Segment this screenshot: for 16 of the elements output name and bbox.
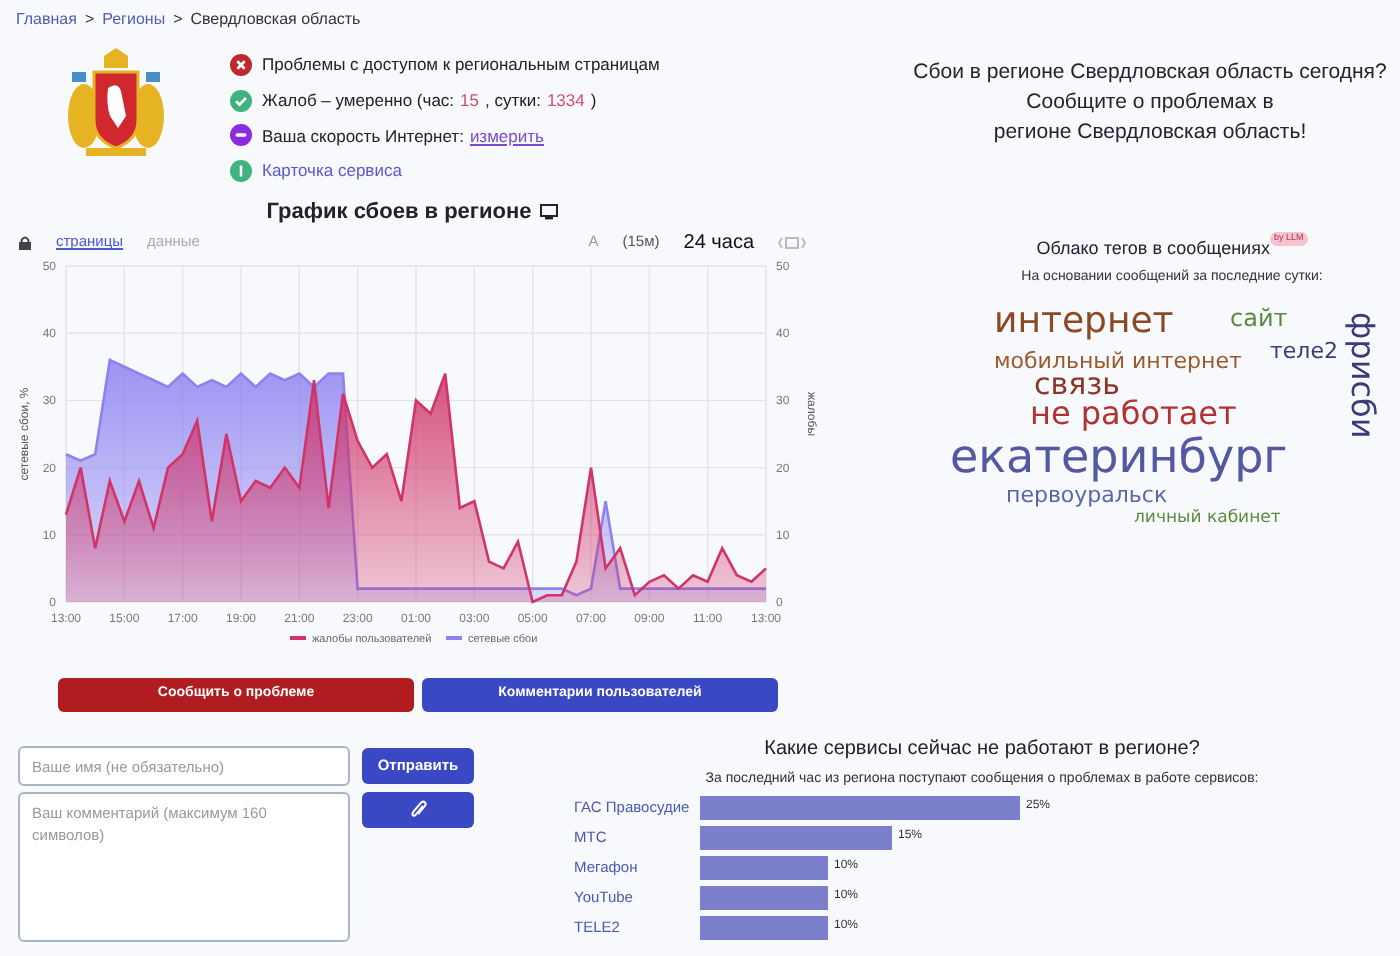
breadcrumb-text: Свердловская область bbox=[190, 8, 361, 32]
count-value: 15 bbox=[460, 87, 479, 113]
headline-text: Сбои в регионе Свердловская область сегодня? bbox=[913, 58, 1387, 88]
headline-text: Сообщите о проблемах в bbox=[1026, 88, 1274, 118]
chart-title: График сбоев в регионе bbox=[266, 197, 532, 228]
status-text: ) bbox=[590, 87, 597, 113]
services-title: Какие сервисы сейчас не работают в регионе? bbox=[764, 736, 1200, 764]
breadcrumb-text: > bbox=[173, 8, 183, 32]
breadcrumb-text: > bbox=[84, 8, 95, 32]
status-text: Проблемы с доступом к региональным страницам bbox=[262, 52, 660, 78]
status-text: , сутки: bbox=[485, 87, 541, 113]
tag-cloud-title: Облако тегов в сообщениях bbox=[1036, 236, 1270, 262]
headline-text: регионе Свердловская область! bbox=[993, 118, 1307, 148]
status-text: Жалоб – умеренно (час: bbox=[262, 87, 455, 113]
status-text: Ваша скорость Интернет: bbox=[262, 123, 464, 149]
count-value: 1334 bbox=[546, 87, 585, 113]
